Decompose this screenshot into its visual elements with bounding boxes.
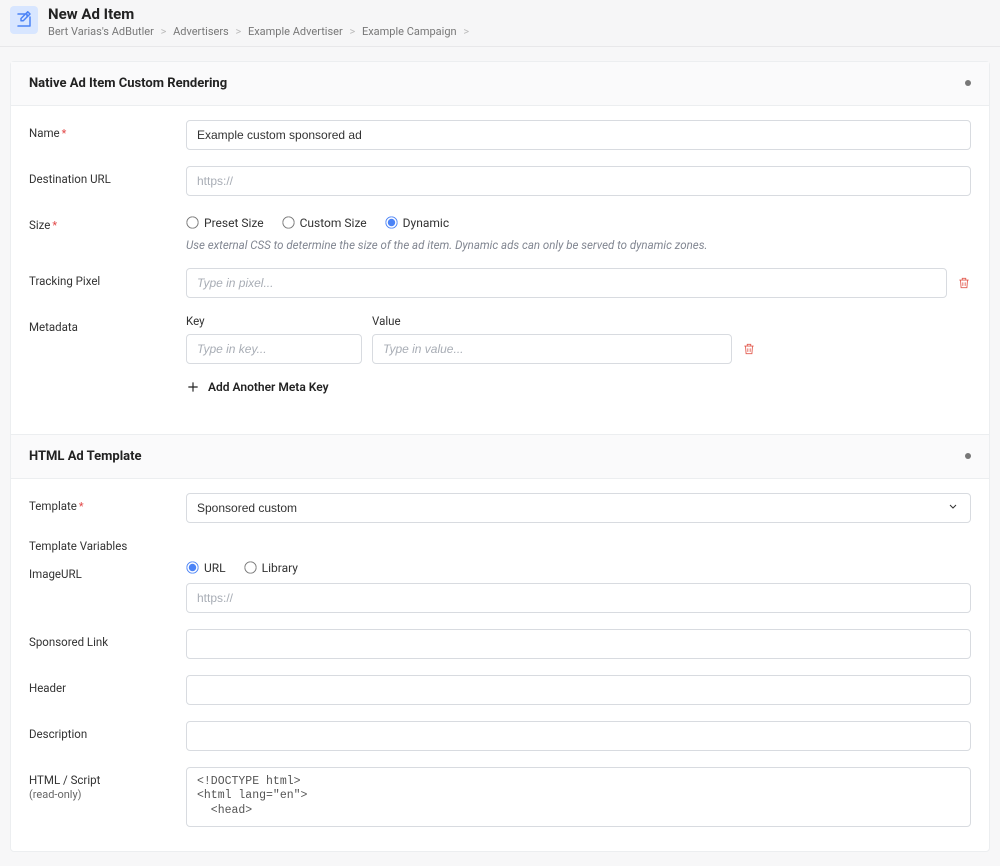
imageurl-input[interactable] xyxy=(186,583,971,613)
breadcrumb: Bert Varias's AdButler > Advertisers > E… xyxy=(48,25,473,38)
trash-icon[interactable] xyxy=(957,276,971,290)
trash-icon[interactable] xyxy=(742,342,756,356)
description-input[interactable] xyxy=(186,721,971,751)
template-select[interactable] xyxy=(186,493,971,523)
tracking-pixel-input[interactable] xyxy=(186,268,947,298)
size-dynamic-radio[interactable]: Dynamic xyxy=(385,216,449,230)
size-help-text: Use external CSS to determine the size o… xyxy=(186,238,971,252)
name-label: Name* xyxy=(29,120,186,140)
html-script-readonly: <!DOCTYPE html> <html lang="en"> <head> xyxy=(186,767,971,828)
breadcrumb-link[interactable]: Advertisers xyxy=(173,25,229,38)
size-preset-radio[interactable]: Preset Size xyxy=(186,216,264,230)
header-field-label: Header xyxy=(29,675,186,695)
template-variables-label: Template Variables xyxy=(29,539,971,553)
section-title: HTML Ad Template xyxy=(29,449,142,464)
html-script-label: HTML / Script (read-only) xyxy=(29,767,186,801)
section-title: Native Ad Item Custom Rendering xyxy=(29,76,227,91)
breadcrumb-link[interactable]: Example Campaign xyxy=(362,25,457,38)
add-meta-key-button[interactable]: Add Another Meta Key xyxy=(186,380,971,394)
sponsored-link-input[interactable] xyxy=(186,629,971,659)
section-menu-icon[interactable] xyxy=(965,453,971,459)
description-label: Description xyxy=(29,721,186,741)
imageurl-label: ImageURL xyxy=(29,561,186,581)
meta-value-input[interactable] xyxy=(372,334,732,364)
meta-key-heading: Key xyxy=(186,314,362,328)
size-label: Size* xyxy=(29,212,186,232)
page-title: New Ad Item xyxy=(48,6,473,23)
section-header-rendering[interactable]: Native Ad Item Custom Rendering xyxy=(11,62,989,106)
breadcrumb-link[interactable]: Bert Varias's AdButler xyxy=(48,25,154,38)
imageurl-library-radio[interactable]: Library xyxy=(244,561,298,575)
sponsored-link-label: Sponsored Link xyxy=(29,629,186,649)
meta-key-input[interactable] xyxy=(186,334,362,364)
section-header-template[interactable]: HTML Ad Template xyxy=(11,434,989,479)
imageurl-url-radio[interactable]: URL xyxy=(186,561,226,575)
metadata-label: Metadata xyxy=(29,314,186,334)
section-menu-icon[interactable] xyxy=(965,80,971,86)
topbar: New Ad Item Bert Varias's AdButler > Adv… xyxy=(0,0,1000,47)
destination-url-label: Destination URL xyxy=(29,166,186,186)
tracking-pixel-label: Tracking Pixel xyxy=(29,268,186,288)
breadcrumb-link[interactable]: Example Advertiser xyxy=(248,25,343,38)
edit-icon xyxy=(10,6,38,34)
size-custom-radio[interactable]: Custom Size xyxy=(282,216,367,230)
meta-value-heading: Value xyxy=(372,314,971,328)
header-input[interactable] xyxy=(186,675,971,705)
name-input[interactable] xyxy=(186,120,971,150)
destination-url-input[interactable] xyxy=(186,166,971,196)
template-label: Template* xyxy=(29,493,186,513)
